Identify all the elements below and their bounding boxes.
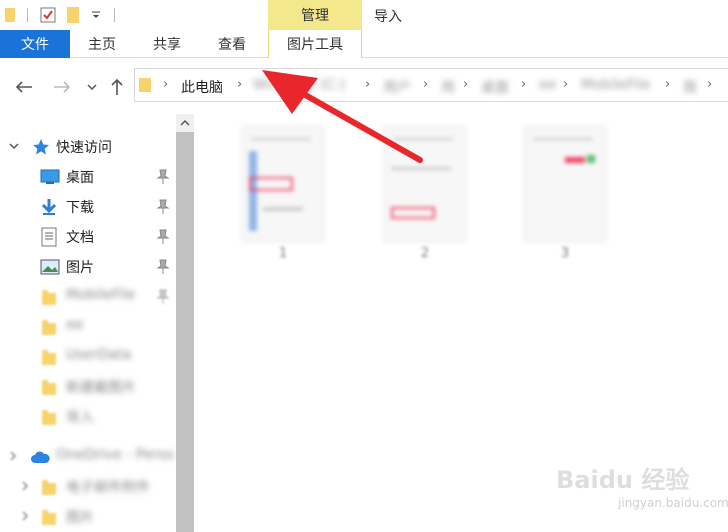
breadcrumb-mobilefile[interactable]: MobileFile [581,77,650,93]
nav-label: 图片 [66,510,94,526]
properties-checkbox-icon[interactable] [40,6,56,24]
document-icon [41,227,57,251]
chevron-right-icon[interactable]: › [521,77,526,92]
nav-item-documents[interactable]: 文档 [0,224,176,250]
forward-arrow-icon[interactable] [50,77,74,97]
pin-icon[interactable] [156,289,170,305]
file-explorer-window: 管理 导入 文件 主页 共享 查看 图片工具 › 此电脑 › Windows (… [0,0,728,532]
file-name[interactable]: 3 [524,246,606,261]
chevron-right-icon[interactable]: › [423,77,428,92]
folder-icon [42,350,56,365]
nav-label: 下载 [66,200,94,216]
nav-item-downloads[interactable]: 下载 [0,194,176,220]
context-tab-manage[interactable]: 管理 [268,0,362,30]
chevron-right-icon[interactable] [8,450,18,466]
nav-onedrive[interactable]: OneDrive - Perso [0,444,176,470]
tab-file[interactable]: 文件 [0,30,70,58]
nav-quick-access[interactable]: 快速访问 [0,134,176,160]
recent-locations-chevron-icon[interactable] [84,77,100,97]
breadcrumb-this-pc[interactable]: 此电脑 [181,77,223,97]
nav-item-mobilefile[interactable]: MobileFile [0,284,176,310]
chevron-right-icon[interactable]: › [365,77,370,92]
download-icon [40,198,58,220]
chevron-right-icon[interactable]: › [563,77,568,92]
chevron-right-icon[interactable]: › [463,77,468,92]
chevron-right-icon[interactable] [20,510,30,526]
breadcrumb-users[interactable]: 用户 [383,77,411,97]
pin-icon[interactable] [156,259,170,275]
file-name[interactable]: 1 [242,246,324,261]
nav-item-import[interactable]: 导入 [0,404,176,430]
watermark-logo: Baidu 经验 [556,466,690,494]
ribbon-tabs: 文件 主页 共享 查看 图片工具 [0,30,728,58]
address-bar[interactable]: › 此电脑 › Windows (C:) › 用户 › 用 › 桌面 › ee … [134,68,728,102]
star-icon [32,138,50,160]
nav-scrollbar-thumb[interactable] [176,132,194,532]
divider [114,8,115,22]
watermark-url: jingyan.baidu.com [618,496,728,510]
file-thumbnail[interactable] [524,126,606,242]
import-label[interactable]: 导入 [374,6,402,26]
nav-onedrive-attachments[interactable]: 电子邮件附件 [0,474,176,500]
new-folder-icon[interactable] [66,6,80,24]
nav-label: 文档 [66,230,94,246]
folder-icon [139,78,151,96]
nav-item-screenshots[interactable]: 新建截图片 [0,374,176,400]
picture-icon [40,259,60,279]
breadcrumb-ee[interactable]: ee [539,77,556,93]
nav-label: ee [66,317,84,333]
scroll-up-icon[interactable] [176,114,194,132]
nav-item-ee[interactable]: ee [0,314,176,340]
up-arrow-icon[interactable] [106,77,128,97]
folder-icon [42,480,56,495]
chevron-right-icon[interactable] [20,480,30,496]
chevron-right-icon[interactable]: › [665,77,670,92]
nav-label: 电子邮件附件 [66,480,150,496]
folder-icon [42,410,56,425]
folder-icon [42,510,56,525]
breadcrumb-drive[interactable]: Windows (C:) [253,77,345,93]
back-arrow-icon[interactable] [12,77,36,97]
folder-icon [42,380,56,395]
folder-icon [42,320,56,335]
nav-label: MobileFile [66,287,136,303]
pin-icon[interactable] [156,199,170,215]
nav-label: 桌面 [66,170,94,186]
tab-picture-tools[interactable]: 图片工具 [268,30,362,58]
tab-share[interactable]: 共享 [141,30,193,58]
file-thumbnail[interactable] [384,126,466,242]
breadcrumb-desktop[interactable]: 桌面 [481,77,509,97]
navigation-pane: 快速访问 桌面 下载 文档 图片 MobileFile ee UserData … [0,114,176,532]
chevron-right-icon[interactable]: › [163,77,168,92]
folder-icon [42,290,56,305]
customize-dropdown-icon[interactable] [90,6,102,24]
file-thumbnail[interactable] [242,126,324,242]
nav-item-desktop[interactable]: 桌面 [0,164,176,190]
chevron-right-icon[interactable]: › [707,77,712,92]
nav-label: OneDrive - Perso [56,447,174,463]
file-name[interactable]: 2 [384,246,466,261]
nav-label: UserData [66,347,132,363]
tab-home[interactable]: 主页 [76,30,128,58]
nav-label: 新建截图片 [66,380,136,396]
desktop-icon [40,169,60,189]
breadcrumb-last[interactable]: 我 [683,77,697,97]
cloud-icon [30,450,50,468]
chevron-right-icon[interactable]: › [237,77,242,92]
nav-item-pictures[interactable]: 图片 [0,254,176,280]
tab-view[interactable]: 查看 [206,30,258,58]
chevron-down-icon[interactable] [8,139,20,155]
nav-label: 导入 [66,410,94,426]
nav-label: 快速访问 [56,140,112,156]
pin-icon[interactable] [156,169,170,185]
nav-item-userdata[interactable]: UserData [0,344,176,370]
nav-label: 图片 [66,260,94,276]
folder-icon[interactable] [4,6,16,24]
pin-icon[interactable] [156,229,170,245]
breadcrumb-user[interactable]: 用 [441,77,455,97]
divider [27,8,28,22]
title-bar: 管理 导入 [0,0,728,30]
nav-onedrive-pictures[interactable]: 图片 [0,504,176,530]
